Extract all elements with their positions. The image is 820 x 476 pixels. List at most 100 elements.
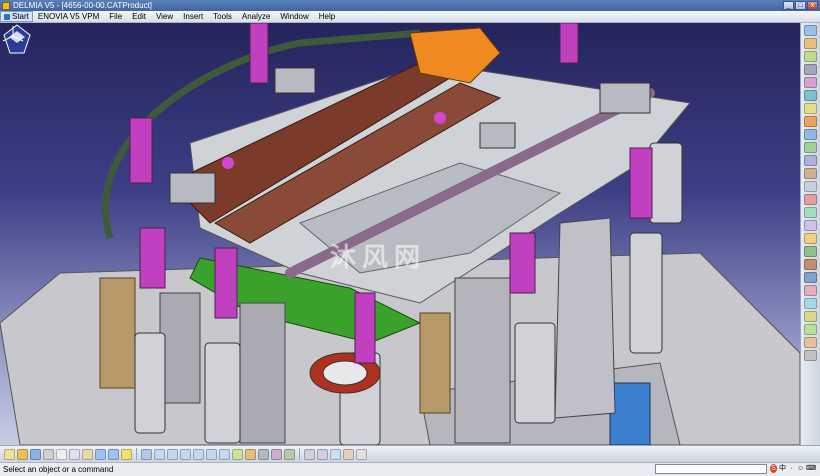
help-icon[interactable]: [121, 448, 132, 460]
cylinder-1: [134, 332, 166, 434]
copy-icon[interactable]: [69, 448, 80, 460]
cylinder-6: [649, 142, 683, 224]
print-icon[interactable]: [43, 448, 54, 460]
clamp-magenta-3: [139, 227, 166, 289]
maximize-button[interactable]: □: [795, 1, 806, 10]
keyboard-icon[interactable]: ⌨: [806, 464, 816, 473]
move-tool-icon[interactable]: [804, 90, 817, 101]
hide-show-icon[interactable]: [271, 448, 282, 460]
3d-viewport[interactable]: 沐风网 x: [0, 23, 800, 445]
bottom-toolbar: [0, 445, 820, 462]
shading-icon[interactable]: [258, 448, 269, 460]
distance-icon[interactable]: [804, 220, 817, 231]
undo-icon[interactable]: [95, 448, 106, 460]
paste-icon[interactable]: [82, 448, 93, 460]
menu-start-label: Start: [12, 12, 29, 21]
scene-icon[interactable]: [804, 246, 817, 257]
system-tray: S 中 · ☺ ⌨: [770, 464, 816, 473]
annotation-icon[interactable]: [804, 285, 817, 296]
clamp-tool-icon[interactable]: [804, 77, 817, 88]
menu-file[interactable]: File: [104, 11, 127, 22]
pan-icon[interactable]: [167, 448, 178, 460]
simulation-icon[interactable]: [804, 298, 817, 309]
snap-icon[interactable]: [804, 103, 817, 114]
fly-mode-icon[interactable]: [141, 448, 152, 460]
punctuation-icon[interactable]: ·: [788, 464, 795, 473]
measure-item-icon[interactable]: [317, 448, 328, 460]
clamp-block-1: [274, 67, 316, 94]
analysis-icon[interactable]: [804, 350, 817, 361]
delmia-app-icon: [2, 1, 10, 10]
zoom-out-icon[interactable]: [206, 448, 217, 460]
contact-icon[interactable]: [804, 142, 817, 153]
axis-triad-icon: [2, 26, 24, 42]
section-icon[interactable]: [804, 207, 817, 218]
clamp-magenta-4: [214, 247, 238, 319]
clash-icon[interactable]: [804, 194, 817, 205]
angle-icon[interactable]: [804, 168, 817, 179]
menu-start[interactable]: Start: [0, 11, 33, 22]
zoom-in-icon[interactable]: [193, 448, 204, 460]
blue-rail: [609, 382, 651, 445]
menu-tools[interactable]: Tools: [208, 11, 237, 22]
measure-between-icon[interactable]: [304, 448, 315, 460]
redo-icon[interactable]: [108, 448, 119, 460]
multi-view-icon[interactable]: [232, 448, 243, 460]
ime-mode-label[interactable]: 中: [779, 464, 786, 473]
swap-space-icon[interactable]: [284, 448, 295, 460]
iso-view-icon[interactable]: [245, 448, 256, 460]
toolbar-separator: [136, 448, 137, 460]
menu-view[interactable]: View: [151, 11, 178, 22]
component-icon[interactable]: [804, 51, 817, 62]
right-toolbar: [800, 23, 820, 445]
menu-help[interactable]: Help: [314, 11, 340, 22]
menu-edit[interactable]: Edit: [127, 11, 151, 22]
status-message: Select an object or a command: [3, 465, 114, 474]
cylinder-4: [514, 322, 556, 424]
compass-reset-icon[interactable]: [330, 448, 341, 460]
manipulate-icon[interactable]: [343, 448, 354, 460]
clamp-magenta-5: [354, 292, 376, 364]
rotate-icon[interactable]: [180, 448, 191, 460]
catalog-icon[interactable]: [804, 259, 817, 270]
save-icon[interactable]: [30, 448, 41, 460]
explode-icon[interactable]: [804, 233, 817, 244]
triangle-support: [554, 217, 616, 419]
command-input[interactable]: [655, 464, 767, 474]
track-icon[interactable]: [804, 324, 817, 335]
player-icon[interactable]: [804, 311, 817, 322]
fix-icon[interactable]: [804, 116, 817, 127]
cut-icon[interactable]: [56, 448, 67, 460]
sequence-icon[interactable]: [804, 337, 817, 348]
window-controls: _ □ x: [783, 1, 818, 10]
clamp-magenta-6: [509, 232, 536, 294]
offset-icon[interactable]: [804, 155, 817, 166]
catalog-browser-icon[interactable]: [356, 448, 367, 460]
menu-window[interactable]: Window: [275, 11, 313, 22]
new-file-icon[interactable]: [4, 448, 15, 460]
disk-center: [322, 360, 368, 386]
magenta-ball-2: [222, 157, 234, 169]
open-folder-icon[interactable]: [17, 448, 28, 460]
measure-icon[interactable]: [804, 181, 817, 192]
normal-view-icon[interactable]: [219, 448, 230, 460]
clamp-block-4: [599, 82, 651, 114]
clamp-magenta-1: [249, 23, 269, 84]
window-title: DELMIA V5 - [4656-00-00.CATProduct]: [13, 1, 153, 10]
emoji-icon[interactable]: ☺: [797, 464, 804, 473]
publish-icon[interactable]: [804, 272, 817, 283]
menu-analyze[interactable]: Analyze: [237, 11, 275, 22]
close-button[interactable]: x: [807, 1, 818, 10]
menu-enovia[interactable]: ENOVIA V5 VPM: [33, 11, 104, 22]
constraint-icon[interactable]: [804, 64, 817, 75]
minimize-button[interactable]: _: [783, 1, 794, 10]
product-icon[interactable]: [804, 38, 817, 49]
support-column-3: [454, 277, 511, 444]
ime-logo-icon[interactable]: S: [770, 464, 777, 473]
menu-insert[interactable]: Insert: [178, 11, 208, 22]
select-tool-icon[interactable]: [804, 25, 817, 36]
fit-all-icon[interactable]: [154, 448, 165, 460]
menubar: Start ENOVIA V5 VPM File Edit View Inser…: [0, 11, 820, 23]
coincidence-icon[interactable]: [804, 129, 817, 140]
clamp-block-3: [479, 122, 516, 149]
